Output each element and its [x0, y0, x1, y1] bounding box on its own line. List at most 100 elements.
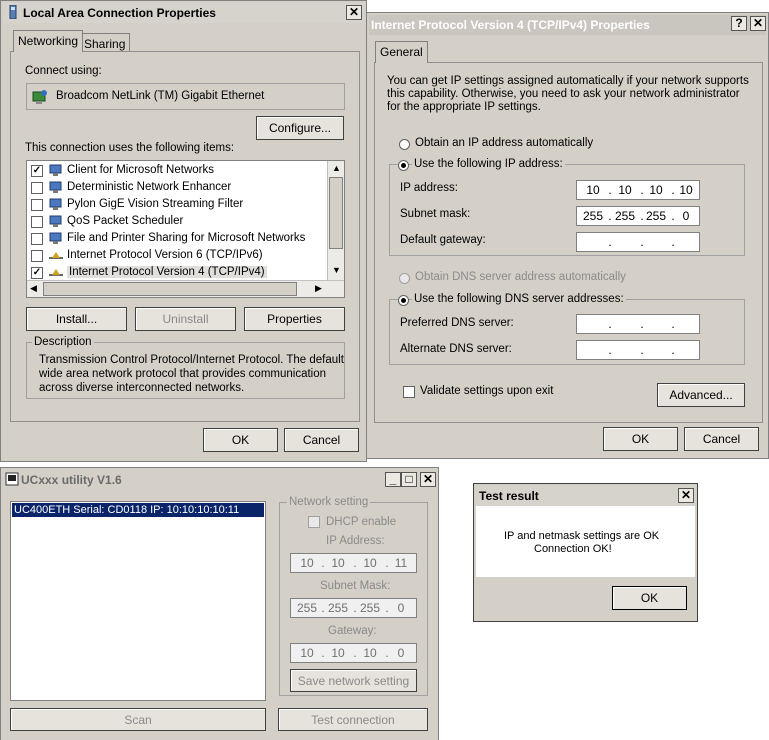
- ipv4-properties-window: Internet Protocol Version 4 (TCP/IPv4) P…: [366, 12, 769, 459]
- list-item[interactable]: Pylon GigE Vision Streaming Filter: [31, 197, 331, 214]
- save-network-setting-button[interactable]: Save network setting: [290, 669, 417, 692]
- uc-gateway-label: Gateway:: [328, 625, 377, 637]
- protocol-icon: [49, 266, 63, 279]
- scroll-left-icon[interactable]: ◀: [30, 283, 37, 294]
- list-item[interactable]: Internet Protocol Version 6 (TCP/IPv6): [31, 248, 331, 265]
- ok-button[interactable]: OK: [203, 428, 278, 452]
- configure-button[interactable]: Configure...: [256, 116, 344, 140]
- networking-panel: Connect using: Broadcom NetLink (TM) Gig…: [10, 51, 360, 422]
- uc-gateway-field[interactable]: 10. 10. 10. 0: [290, 643, 417, 663]
- protocol-icon: [49, 249, 63, 262]
- gateway-label: Default gateway:: [400, 234, 486, 246]
- description-label: Description: [32, 336, 94, 348]
- uninstall-button[interactable]: Uninstall: [135, 307, 236, 331]
- general-panel: You can get IP settings assigned automat…: [374, 62, 763, 423]
- minimize-icon[interactable]: _: [385, 472, 401, 487]
- validate-checkbox[interactable]: [403, 386, 415, 398]
- checkbox[interactable]: ✓: [31, 165, 43, 177]
- manual-dns-label[interactable]: Use the following DNS server addresses:: [412, 293, 626, 305]
- close-icon[interactable]: ✕: [678, 488, 694, 503]
- close-icon[interactable]: ✕: [420, 472, 436, 487]
- horizontal-scrollbar[interactable]: ◀ ▶: [27, 280, 344, 297]
- list-item[interactable]: File and Printer Sharing for Microsoft N…: [31, 231, 331, 248]
- checkbox[interactable]: [31, 250, 43, 262]
- connect-using-label: Connect using:: [25, 65, 102, 77]
- uc-ip-field[interactable]: 10. 10. 10. 11: [290, 553, 417, 573]
- ipv4-title-bar[interactable]: Internet Protocol Version 4 (TCP/IPv4) P…: [369, 15, 766, 35]
- ip-group: Use the following IP address: IP address…: [389, 158, 745, 256]
- preferred-dns-label: Preferred DNS server:: [400, 317, 514, 329]
- ok-button[interactable]: OK: [612, 586, 687, 610]
- network-setting-label: Network setting: [287, 496, 371, 508]
- test-result-dialog: Test result ✕ IP and netmask settings ar…: [473, 483, 698, 622]
- scroll-thumb[interactable]: [43, 282, 297, 296]
- lac-title: Local Area Connection Properties: [23, 6, 216, 20]
- scroll-down-icon[interactable]: ▼: [332, 265, 341, 275]
- device-entry: UC400ETH Serial: CD0118 IP: 10:10:10:10:…: [14, 504, 240, 516]
- checkbox[interactable]: ✓: [31, 267, 43, 279]
- checkbox[interactable]: [31, 199, 43, 211]
- gateway-field[interactable]: ...: [576, 232, 700, 252]
- app-icon: [5, 472, 19, 489]
- network-service-icon: [49, 232, 63, 245]
- uc-subnet-label: Subnet Mask:: [320, 580, 391, 592]
- checkbox[interactable]: [31, 182, 43, 194]
- test-connection-button[interactable]: Test connection: [278, 708, 428, 731]
- scan-button[interactable]: Scan: [10, 708, 266, 731]
- message-area: IP and netmask settings are OK Connectio…: [476, 506, 695, 577]
- vertical-scrollbar[interactable]: ▲ ▼: [327, 161, 344, 280]
- list-item[interactable]: QoS Packet Scheduler: [31, 214, 331, 231]
- validate-label[interactable]: Validate settings upon exit: [420, 385, 553, 397]
- cancel-button[interactable]: Cancel: [284, 428, 359, 452]
- uc-title-bar[interactable]: UCxxx utility V1.6: [3, 470, 436, 490]
- install-button[interactable]: Install...: [26, 307, 127, 331]
- info-line: this capability. Otherwise, you need to …: [387, 88, 740, 100]
- list-item[interactable]: Deterministic Network Enhancer: [31, 180, 331, 197]
- scroll-up-icon[interactable]: ▲: [332, 163, 341, 173]
- dhcp-label[interactable]: DHCP enable: [326, 516, 396, 528]
- dhcp-checkbox[interactable]: [308, 516, 320, 528]
- auto-dns-radio[interactable]: [399, 273, 410, 284]
- auto-dns-label[interactable]: Obtain DNS server address automatically: [415, 271, 626, 283]
- auto-ip-label[interactable]: Obtain an IP address automatically: [415, 137, 593, 149]
- ip-address-field[interactable]: 10. 10. 10. 10: [576, 180, 700, 200]
- preferred-dns-field[interactable]: ...: [576, 314, 700, 334]
- subnet-field[interactable]: 255. 255. 255. 0: [576, 206, 700, 226]
- tab-sharing[interactable]: Sharing: [79, 33, 131, 52]
- manual-ip-label[interactable]: Use the following IP address:: [412, 158, 565, 170]
- tab-general[interactable]: General: [375, 41, 428, 63]
- lac-title-bar[interactable]: Local Area Connection Properties: [3, 3, 364, 23]
- scroll-thumb[interactable]: [329, 177, 343, 249]
- properties-button[interactable]: Properties: [244, 307, 345, 331]
- maximize-icon[interactable]: □: [401, 472, 417, 487]
- help-icon[interactable]: ?: [731, 16, 747, 31]
- list-item[interactable]: ✓ Client for Microsoft Networks: [31, 163, 331, 180]
- uc-title: UCxxx utility V1.6: [21, 473, 122, 487]
- advanced-button[interactable]: Advanced...: [657, 383, 745, 407]
- alternate-dns-field[interactable]: ...: [576, 340, 700, 360]
- checkbox[interactable]: [31, 216, 43, 228]
- network-adapter-icon: [8, 4, 18, 20]
- manual-ip-radio[interactable]: [398, 160, 409, 171]
- uc-subnet-field[interactable]: 255. 255. 255. 0: [290, 598, 417, 618]
- tab-networking[interactable]: Networking: [13, 30, 84, 52]
- list-item[interactable]: UC400ETH Serial: CD0118 IP: 10:10:10:10:…: [12, 503, 264, 517]
- info-line: for the appropriate IP settings.: [387, 101, 541, 113]
- manual-dns-radio[interactable]: [398, 295, 409, 306]
- scroll-right-icon[interactable]: ▶: [315, 283, 322, 294]
- auto-ip-radio[interactable]: [399, 139, 410, 150]
- close-icon[interactable]: ✕: [750, 16, 766, 31]
- uc-utility-window: UCxxx utility V1.6 _ □ ✕ UC400ETH Serial…: [0, 467, 439, 740]
- checkbox[interactable]: [31, 233, 43, 245]
- alternate-dns-label: Alternate DNS server:: [400, 343, 512, 355]
- ipv4-title: Internet Protocol Version 4 (TCP/IPv4) P…: [371, 18, 650, 32]
- result-line-1: IP and netmask settings are OK: [504, 530, 660, 542]
- close-icon[interactable]: ✕: [346, 5, 362, 20]
- items-label: This connection uses the following items…: [25, 142, 235, 154]
- components-list[interactable]: ✓ Client for Microsoft Networks Determin…: [26, 160, 345, 298]
- device-list[interactable]: UC400ETH Serial: CD0118 IP: 10:10:10:10:…: [10, 501, 266, 701]
- subnet-label: Subnet mask:: [400, 208, 471, 220]
- cancel-button[interactable]: Cancel: [684, 427, 759, 451]
- test-result-title-bar[interactable]: Test result: [476, 486, 695, 506]
- ok-button[interactable]: OK: [603, 427, 678, 451]
